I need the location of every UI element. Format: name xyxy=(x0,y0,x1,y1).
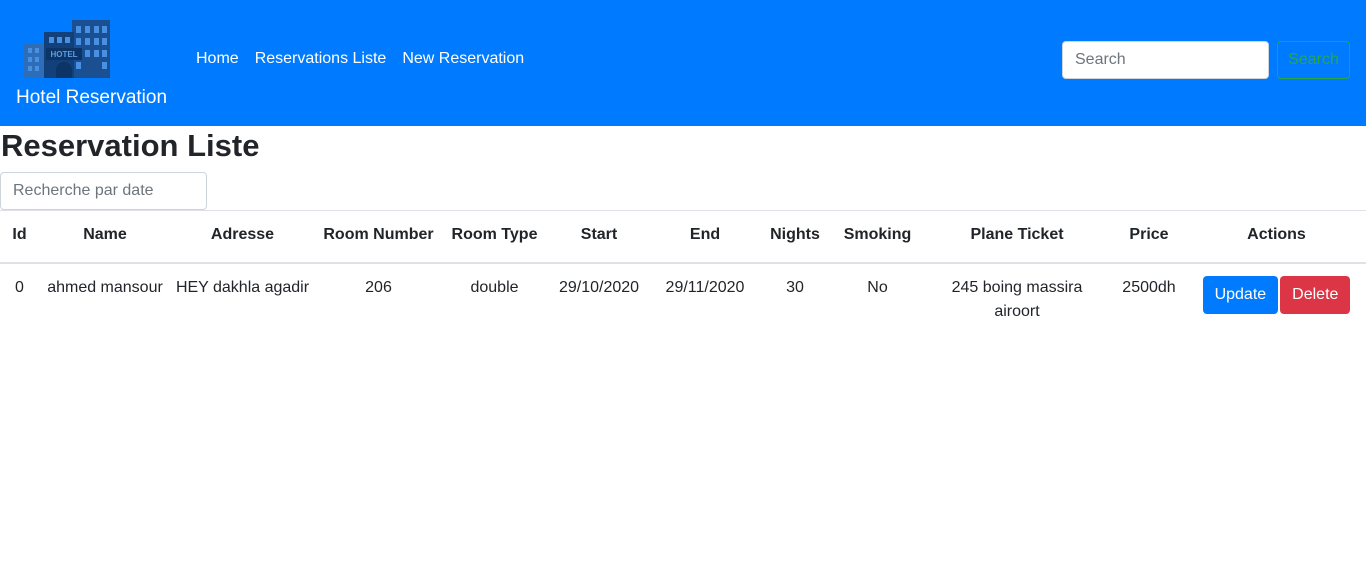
reservations-table: Id Name Adresse Room Number Room Type St… xyxy=(0,210,1366,336)
cell-name: ahmed mansour xyxy=(47,279,163,296)
search-input[interactable] xyxy=(1062,41,1269,79)
hotel-building-icon[interactable]: HOTEL xyxy=(22,16,112,80)
navbar: HOTEL Hotel Reservation Home Reservation… xyxy=(0,0,1366,126)
cell-room-number: 206 xyxy=(365,279,392,296)
header-start: Start xyxy=(546,210,652,264)
header-adresse: Adresse xyxy=(171,210,314,264)
header-smoking: Smoking xyxy=(832,210,923,264)
header-id: Id xyxy=(0,210,39,264)
table-row: 0 ahmed mansour HEY dakhla agadir 206 do… xyxy=(0,263,1366,336)
header-name: Name xyxy=(39,210,171,264)
brand-name[interactable]: Hotel Reservation xyxy=(16,87,167,109)
header-room-number: Room Number xyxy=(314,210,443,264)
cell-smoking: No xyxy=(867,279,888,296)
header-actions: Actions xyxy=(1187,210,1366,264)
search-button[interactable]: Search xyxy=(1277,41,1350,79)
cell-room-type: double xyxy=(470,279,519,296)
header-plane-ticket: Plane Ticket xyxy=(923,210,1111,264)
nav-link-home[interactable]: Home xyxy=(196,50,239,68)
logo-text: HOTEL xyxy=(50,50,77,59)
header-end: End xyxy=(652,210,758,264)
cell-plane-ticket: 245 boing massira airoort xyxy=(951,279,1083,320)
header-room-type: Room Type xyxy=(443,210,546,264)
cell-price: 2500dh xyxy=(1122,279,1176,296)
nav-link-reservations-liste[interactable]: Reservations Liste xyxy=(255,50,387,68)
cell-actions: Update Delete xyxy=(1187,263,1366,336)
cell-end: 29/11/2020 xyxy=(665,279,745,296)
table-header-row: Id Name Adresse Room Number Room Type St… xyxy=(0,210,1366,264)
header-price: Price xyxy=(1111,210,1187,264)
nav-links: Home Reservations Liste New Reservation xyxy=(196,50,524,68)
cell-start: 29/10/2020 xyxy=(558,279,640,296)
cell-id: 0 xyxy=(15,279,24,296)
date-filter-input[interactable] xyxy=(0,172,207,210)
header-nights: Nights xyxy=(758,210,832,264)
page-title: Reservation Liste xyxy=(1,128,260,163)
update-button[interactable]: Update xyxy=(1202,276,1279,314)
nav-link-new-reservation[interactable]: New Reservation xyxy=(402,50,524,68)
delete-button[interactable]: Delete xyxy=(1280,276,1351,314)
cell-adresse: HEY dakhla agadir xyxy=(175,279,310,296)
cell-nights: 30 xyxy=(786,279,804,296)
